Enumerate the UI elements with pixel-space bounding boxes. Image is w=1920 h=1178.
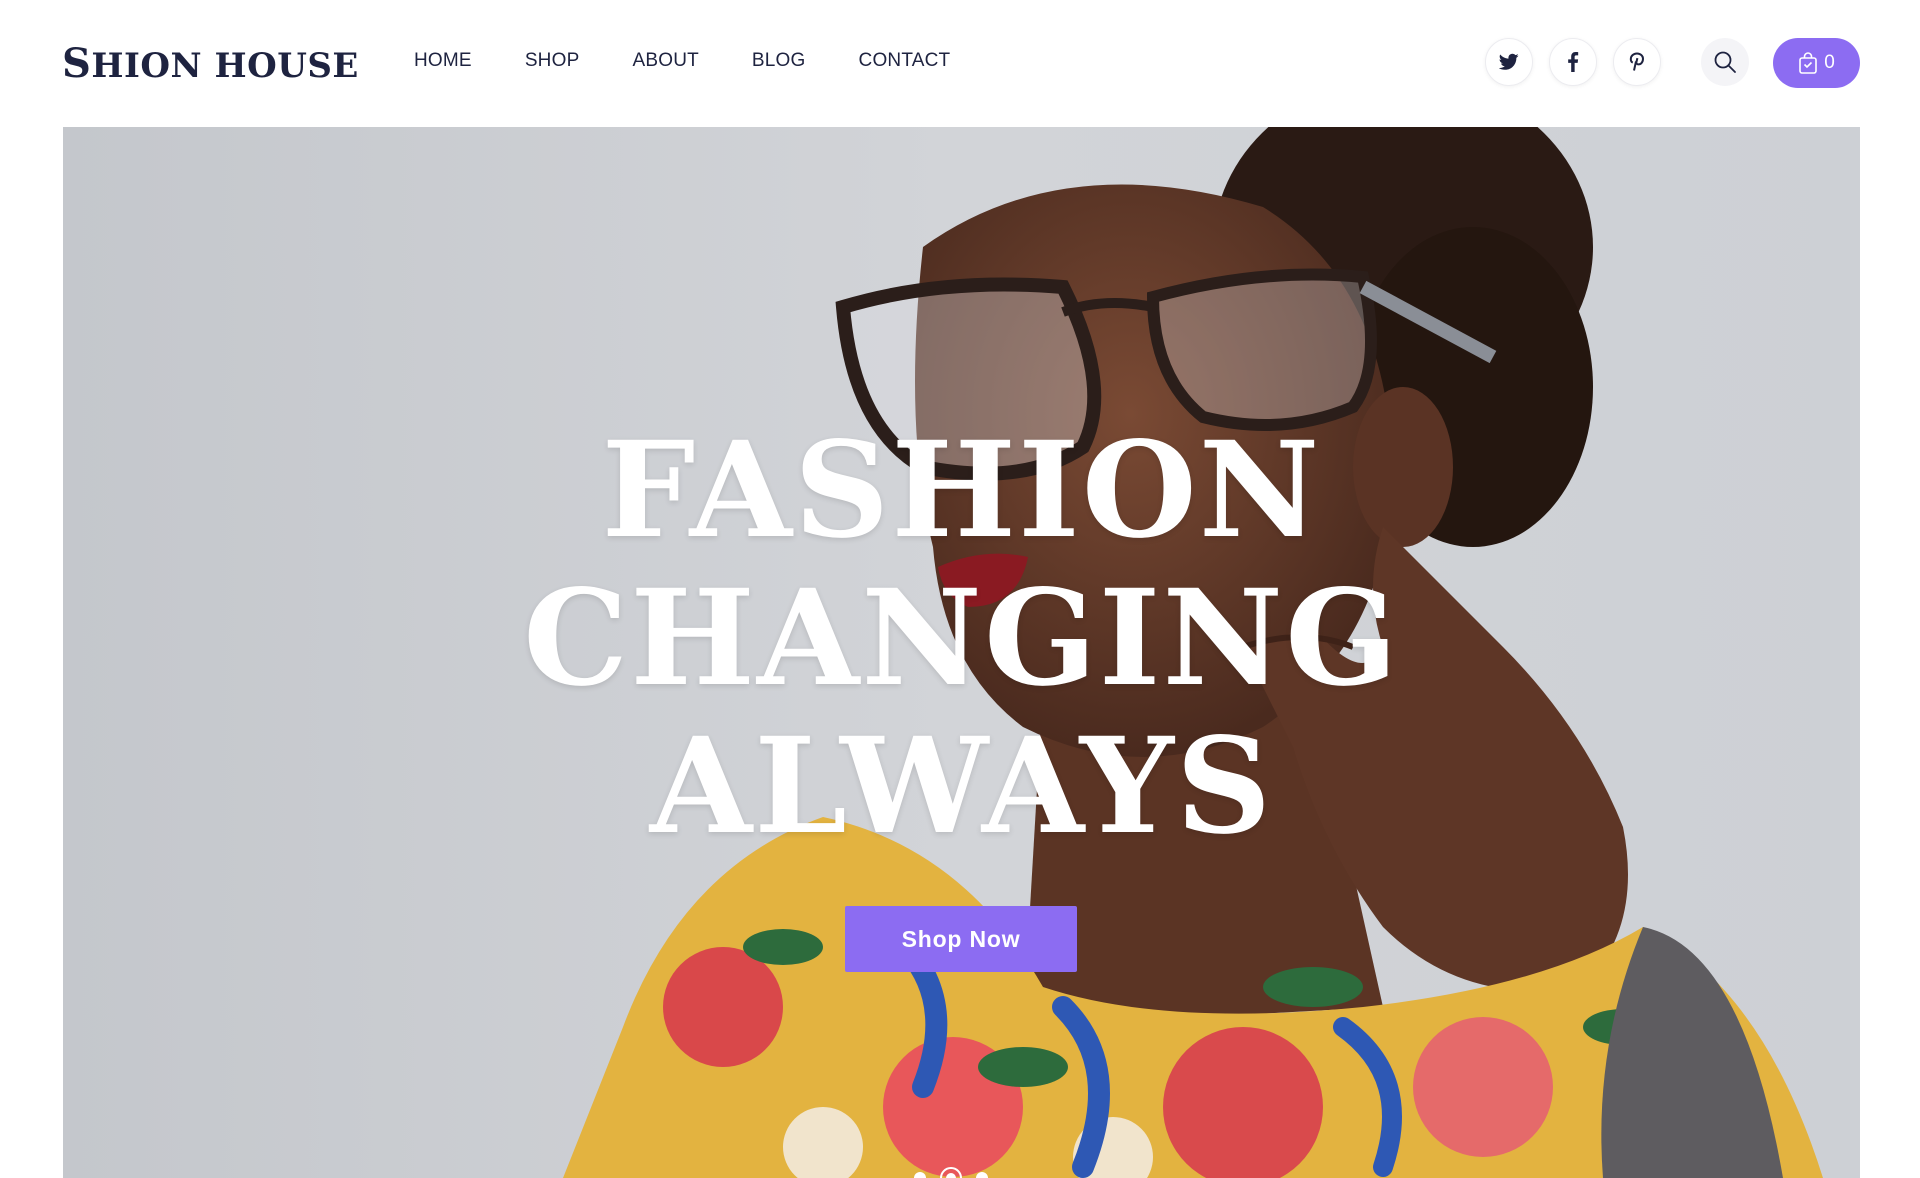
twitter-button[interactable] <box>1485 38 1533 86</box>
site-header: SHION HOUSE HOME SHOP ABOUT BLOG CONTACT <box>0 0 1920 126</box>
headline-line-3: ALWAYS <box>649 709 1274 864</box>
pinterest-button[interactable] <box>1613 38 1661 86</box>
hero-headline: FASHION CHANGING ALWAYS <box>63 417 1860 861</box>
nav-blog[interactable]: BLOG <box>752 50 806 72</box>
facebook-button[interactable] <box>1549 38 1597 86</box>
twitter-icon <box>1499 53 1519 70</box>
hero-slider: FASHION CHANGING ALWAYS Shop Now <box>63 127 1860 1178</box>
site-logo[interactable]: SHION HOUSE <box>62 40 359 87</box>
nav-shop[interactable]: SHOP <box>525 50 580 72</box>
nav-about[interactable]: ABOUT <box>632 50 698 72</box>
headline-line-1: FASHION <box>601 413 1322 568</box>
search-button[interactable] <box>1701 38 1749 86</box>
slider-pagination <box>914 1167 988 1178</box>
main-nav: HOME SHOP ABOUT BLOG CONTACT <box>414 50 950 72</box>
social-links <box>1485 38 1661 86</box>
logo-text: HION HOUSE <box>91 46 359 86</box>
search-icon <box>1714 51 1736 73</box>
slide-dot-3[interactable] <box>976 1172 988 1178</box>
headline-line-2: CHANGING <box>523 561 1400 716</box>
facebook-icon <box>1568 52 1579 72</box>
slide-dot-1[interactable] <box>914 1172 926 1178</box>
pinterest-icon <box>1629 52 1645 71</box>
cart-count: 0 <box>1824 52 1835 73</box>
shopping-bag-icon <box>1799 52 1818 74</box>
nav-contact[interactable]: CONTACT <box>859 50 951 72</box>
shop-now-button[interactable]: Shop Now <box>845 906 1077 972</box>
logo-initial: S <box>62 40 92 87</box>
cart-button[interactable]: 0 <box>1773 38 1860 88</box>
slide-dot-2[interactable] <box>940 1167 962 1178</box>
nav-home[interactable]: HOME <box>414 50 472 72</box>
